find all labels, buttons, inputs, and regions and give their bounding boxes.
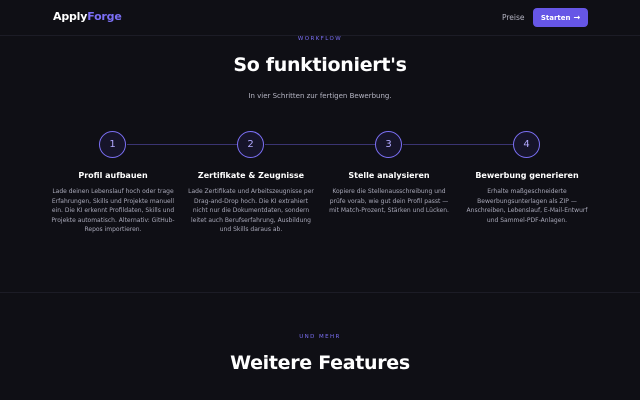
step-description: Lade Zertifikate und Arbeitszeugnisse pe… <box>188 188 314 233</box>
nav-link-prices[interactable]: Preise <box>502 13 525 22</box>
start-button[interactable]: Starten → <box>533 8 588 27</box>
section-divider <box>0 292 640 293</box>
step-connector <box>265 144 375 145</box>
start-button-label: Starten <box>540 13 571 22</box>
step-number-badge: 1 <box>99 131 126 158</box>
step-description: Kopiere die Stellenausschreibung und prü… <box>329 188 449 214</box>
step-description: Lade deinen Lebenslauf hoch oder trage E… <box>51 188 175 233</box>
step-description: Erhalte maßgeschneiderte Bewerbungsunter… <box>466 188 588 224</box>
logo-text-forge: Forge <box>87 10 122 23</box>
step-title: Zertifikate & Zeugnisse <box>197 171 305 180</box>
top-nav: Apply Forge Preise Starten → <box>0 0 640 36</box>
workflow-eyebrow: WORKFLOW <box>297 36 343 42</box>
step-connector <box>403 144 513 145</box>
step-title: Profil aufbauen <box>78 171 148 180</box>
step-number-badge: 3 <box>375 131 402 158</box>
step-connector <box>127 144 237 145</box>
step-number-badge: 4 <box>513 131 540 158</box>
features-title: Weitere Features <box>230 352 410 374</box>
step-title: Bewerbung generieren <box>475 171 579 180</box>
workflow-subtitle: In vier Schritten zur fertigen Bewerbung… <box>248 92 392 100</box>
step-title: Stelle analysieren <box>348 171 430 180</box>
arrow-right-icon: → <box>573 12 581 22</box>
logo-text-apply: Apply <box>53 10 88 23</box>
step-number-badge: 2 <box>237 131 264 158</box>
workflow-title: So funktioniert's <box>233 54 407 76</box>
logo[interactable]: Apply Forge <box>53 10 122 23</box>
features-eyebrow: UND MEHR <box>299 334 341 340</box>
